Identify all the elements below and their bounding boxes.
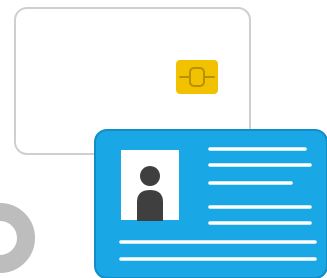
partial-gray-ring-icon — [0, 203, 35, 273]
partial-ring-shape — [0, 203, 35, 273]
photo-area — [121, 150, 179, 221]
id-card-icon — [94, 129, 327, 278]
person-body — [137, 190, 163, 221]
chip-icon — [176, 60, 218, 94]
person-head — [140, 166, 160, 186]
illustration-svg — [0, 7, 327, 278]
id-card-illustration — [0, 0, 327, 278]
person-icon — [137, 166, 163, 221]
